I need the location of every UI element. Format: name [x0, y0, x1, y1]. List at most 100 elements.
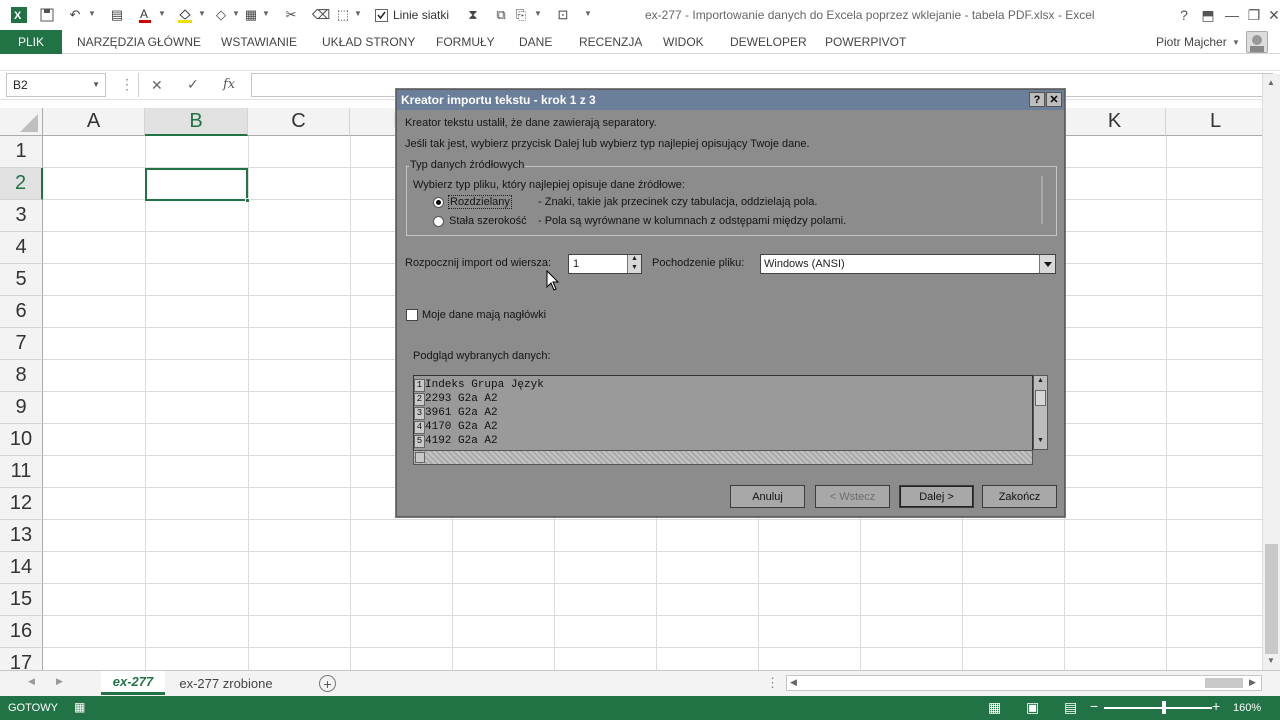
start-row-spinner[interactable]: 1 ▲ ▼	[568, 254, 642, 274]
font-color-icon[interactable]: A	[136, 6, 154, 24]
spinner-arrows[interactable]: ▲ ▼	[627, 255, 641, 273]
next-button[interactable]: Dalej >	[899, 485, 974, 508]
radio-delimited[interactable]	[433, 197, 444, 208]
row-header-4[interactable]: 4	[0, 232, 43, 264]
row-header-8[interactable]: 8	[0, 360, 43, 392]
cancel-entry-icon[interactable]: ✕	[151, 77, 163, 94]
sheet-tab-ex-277-zrobione[interactable]: ex-277 zrobione	[168, 671, 284, 695]
preview-scroll-down-icon[interactable]: ▼	[1037, 437, 1044, 444]
undo-dropdown-icon[interactable]: ▼	[88, 9, 96, 18]
dialog-close-button[interactable]: ✕	[1046, 92, 1062, 107]
sheet-scroll-left-icon[interactable]: ◀	[28, 676, 35, 687]
scroll-up-icon[interactable]: ▲	[1267, 78, 1275, 87]
row-header-16[interactable]: 16	[0, 616, 43, 648]
preview-hscroll-thumb[interactable]	[415, 452, 425, 463]
clipboard-icon[interactable]: ▤	[108, 6, 126, 24]
tab-developer[interactable]: DEWELOPER	[730, 35, 807, 49]
hourglass-icon[interactable]: ⧗	[464, 6, 482, 24]
hscroll-left-icon[interactable]: ◀	[790, 677, 797, 688]
font-color-dropdown-icon[interactable]: ▼	[158, 9, 166, 18]
zoom-out-icon[interactable]: −	[1090, 698, 1098, 714]
format-icon[interactable]: ▦	[242, 6, 260, 24]
zoom-in-icon[interactable]: +	[1212, 698, 1220, 714]
column-header-k[interactable]: K	[1064, 108, 1166, 136]
minimize-icon[interactable]: —	[1220, 4, 1244, 26]
finish-button[interactable]: Zakończ	[982, 485, 1057, 508]
scroll-down-icon[interactable]: ▼	[1267, 656, 1275, 665]
tab-page-layout[interactable]: UKŁAD STRONY	[322, 35, 415, 49]
gridlines-checkbox[interactable]	[372, 6, 390, 24]
select-objects-icon[interactable]: ⬚	[334, 6, 352, 24]
shape-dropdown-icon[interactable]: ▼	[232, 9, 240, 18]
row-header-14[interactable]: 14	[0, 552, 43, 584]
row-header-15[interactable]: 15	[0, 584, 43, 616]
sheet-tab-ex-277[interactable]: ex-277	[101, 671, 165, 695]
help-icon[interactable]: ?	[1172, 4, 1196, 26]
vertical-scroll-thumb[interactable]	[1265, 544, 1278, 654]
row-header-13[interactable]: 13	[0, 520, 43, 552]
preview-scroll-thumb[interactable]	[1035, 390, 1046, 406]
tab-view[interactable]: WIDOK	[663, 35, 704, 49]
row-header-2[interactable]: 2	[0, 168, 43, 200]
select-dropdown-icon[interactable]: ▼	[354, 9, 362, 18]
tab-insert[interactable]: WSTAWIANIE	[221, 35, 297, 49]
normal-view-icon[interactable]: ▦	[988, 699, 1001, 716]
add-sheet-icon[interactable]: +	[319, 675, 336, 692]
back-button[interactable]: < Wstecz	[815, 485, 890, 508]
spin-up-icon[interactable]: ▲	[631, 255, 638, 262]
fill-handle[interactable]	[245, 198, 250, 203]
horizontal-scroll-thumb[interactable]	[1205, 678, 1243, 688]
zoom-slider[interactable]	[1104, 707, 1212, 709]
column-header-l[interactable]: L	[1166, 108, 1262, 136]
page-layout-view-icon[interactable]: ▣	[1026, 699, 1039, 716]
select-all-corner[interactable]	[0, 108, 43, 136]
tab-file[interactable]: PLIK	[0, 30, 62, 54]
headers-checkbox-label[interactable]: Moje dane mają nagłówki	[422, 309, 546, 321]
vertical-scrollbar[interactable]: ▲ ▼	[1262, 74, 1280, 670]
row-header-11[interactable]: 11	[0, 456, 43, 488]
cancel-button[interactable]: Anuluj	[730, 485, 805, 508]
macro-record-icon[interactable]: ▦	[74, 700, 85, 714]
customize-qat-icon[interactable]: ▼	[584, 9, 592, 18]
preview-vertical-scrollbar[interactable]: ▲ ▼	[1033, 375, 1048, 450]
radio-fixed-width[interactable]	[433, 216, 444, 227]
tab-formulas[interactable]: FORMUŁY	[436, 35, 495, 49]
shape-icon[interactable]: ◇	[212, 6, 230, 24]
row-header-6[interactable]: 6	[0, 296, 43, 328]
split-handle-icon[interactable]: ⋮	[766, 675, 779, 691]
page-break-view-icon[interactable]: ▤	[1064, 699, 1077, 716]
radio-delimited-label[interactable]: Rozdzielany	[448, 195, 512, 209]
row-header-17[interactable]: 17	[0, 648, 43, 670]
radio-fixed-width-label[interactable]: Stała szerokość	[449, 215, 527, 227]
tab-data[interactable]: DANE	[519, 35, 552, 49]
user-name[interactable]: Piotr Majcher	[1156, 35, 1227, 49]
spin-down-icon[interactable]: ▼	[631, 264, 638, 271]
paste-icon[interactable]: ⎘	[512, 6, 530, 24]
row-header-12[interactable]: 12	[0, 488, 43, 520]
user-dropdown-icon[interactable]: ▼	[1232, 38, 1240, 47]
file-origin-select[interactable]: Windows (ANSI)	[760, 254, 1056, 274]
sheet-scroll-right-icon[interactable]: ▶	[56, 676, 63, 687]
name-box-dropdown-icon[interactable]: ▼	[92, 80, 100, 89]
zoom-slider-handle[interactable]	[1162, 701, 1166, 714]
format-dropdown-icon[interactable]: ▼	[262, 9, 270, 18]
row-header-7[interactable]: 7	[0, 328, 43, 360]
confirm-entry-icon[interactable]: ✓	[187, 76, 199, 93]
dialog-title-bar[interactable]: Kreator importu tekstu - krok 1 z 3 ? ✕	[397, 90, 1064, 110]
headers-checkbox[interactable]	[406, 309, 418, 321]
column-header-b[interactable]: B	[145, 108, 248, 136]
fill-color-icon[interactable]	[176, 6, 194, 24]
fill-color-dropdown-icon[interactable]: ▼	[198, 9, 206, 18]
screenshot-icon[interactable]: ⊡	[554, 6, 572, 24]
row-header-5[interactable]: 5	[0, 264, 43, 296]
save-icon[interactable]	[38, 6, 56, 24]
active-cell-b2[interactable]	[145, 168, 250, 203]
dialog-help-button[interactable]: ?	[1029, 92, 1045, 107]
cut-icon[interactable]: ✂	[282, 6, 300, 24]
paste-dropdown-icon[interactable]: ▼	[534, 9, 542, 18]
horizontal-scrollbar[interactable]: ◀ ▶	[786, 675, 1262, 691]
row-header-10[interactable]: 10	[0, 424, 43, 456]
avatar[interactable]	[1246, 31, 1268, 53]
copy-format-icon[interactable]: ⧉	[492, 6, 510, 24]
insert-function-icon[interactable]: fx	[223, 77, 235, 92]
